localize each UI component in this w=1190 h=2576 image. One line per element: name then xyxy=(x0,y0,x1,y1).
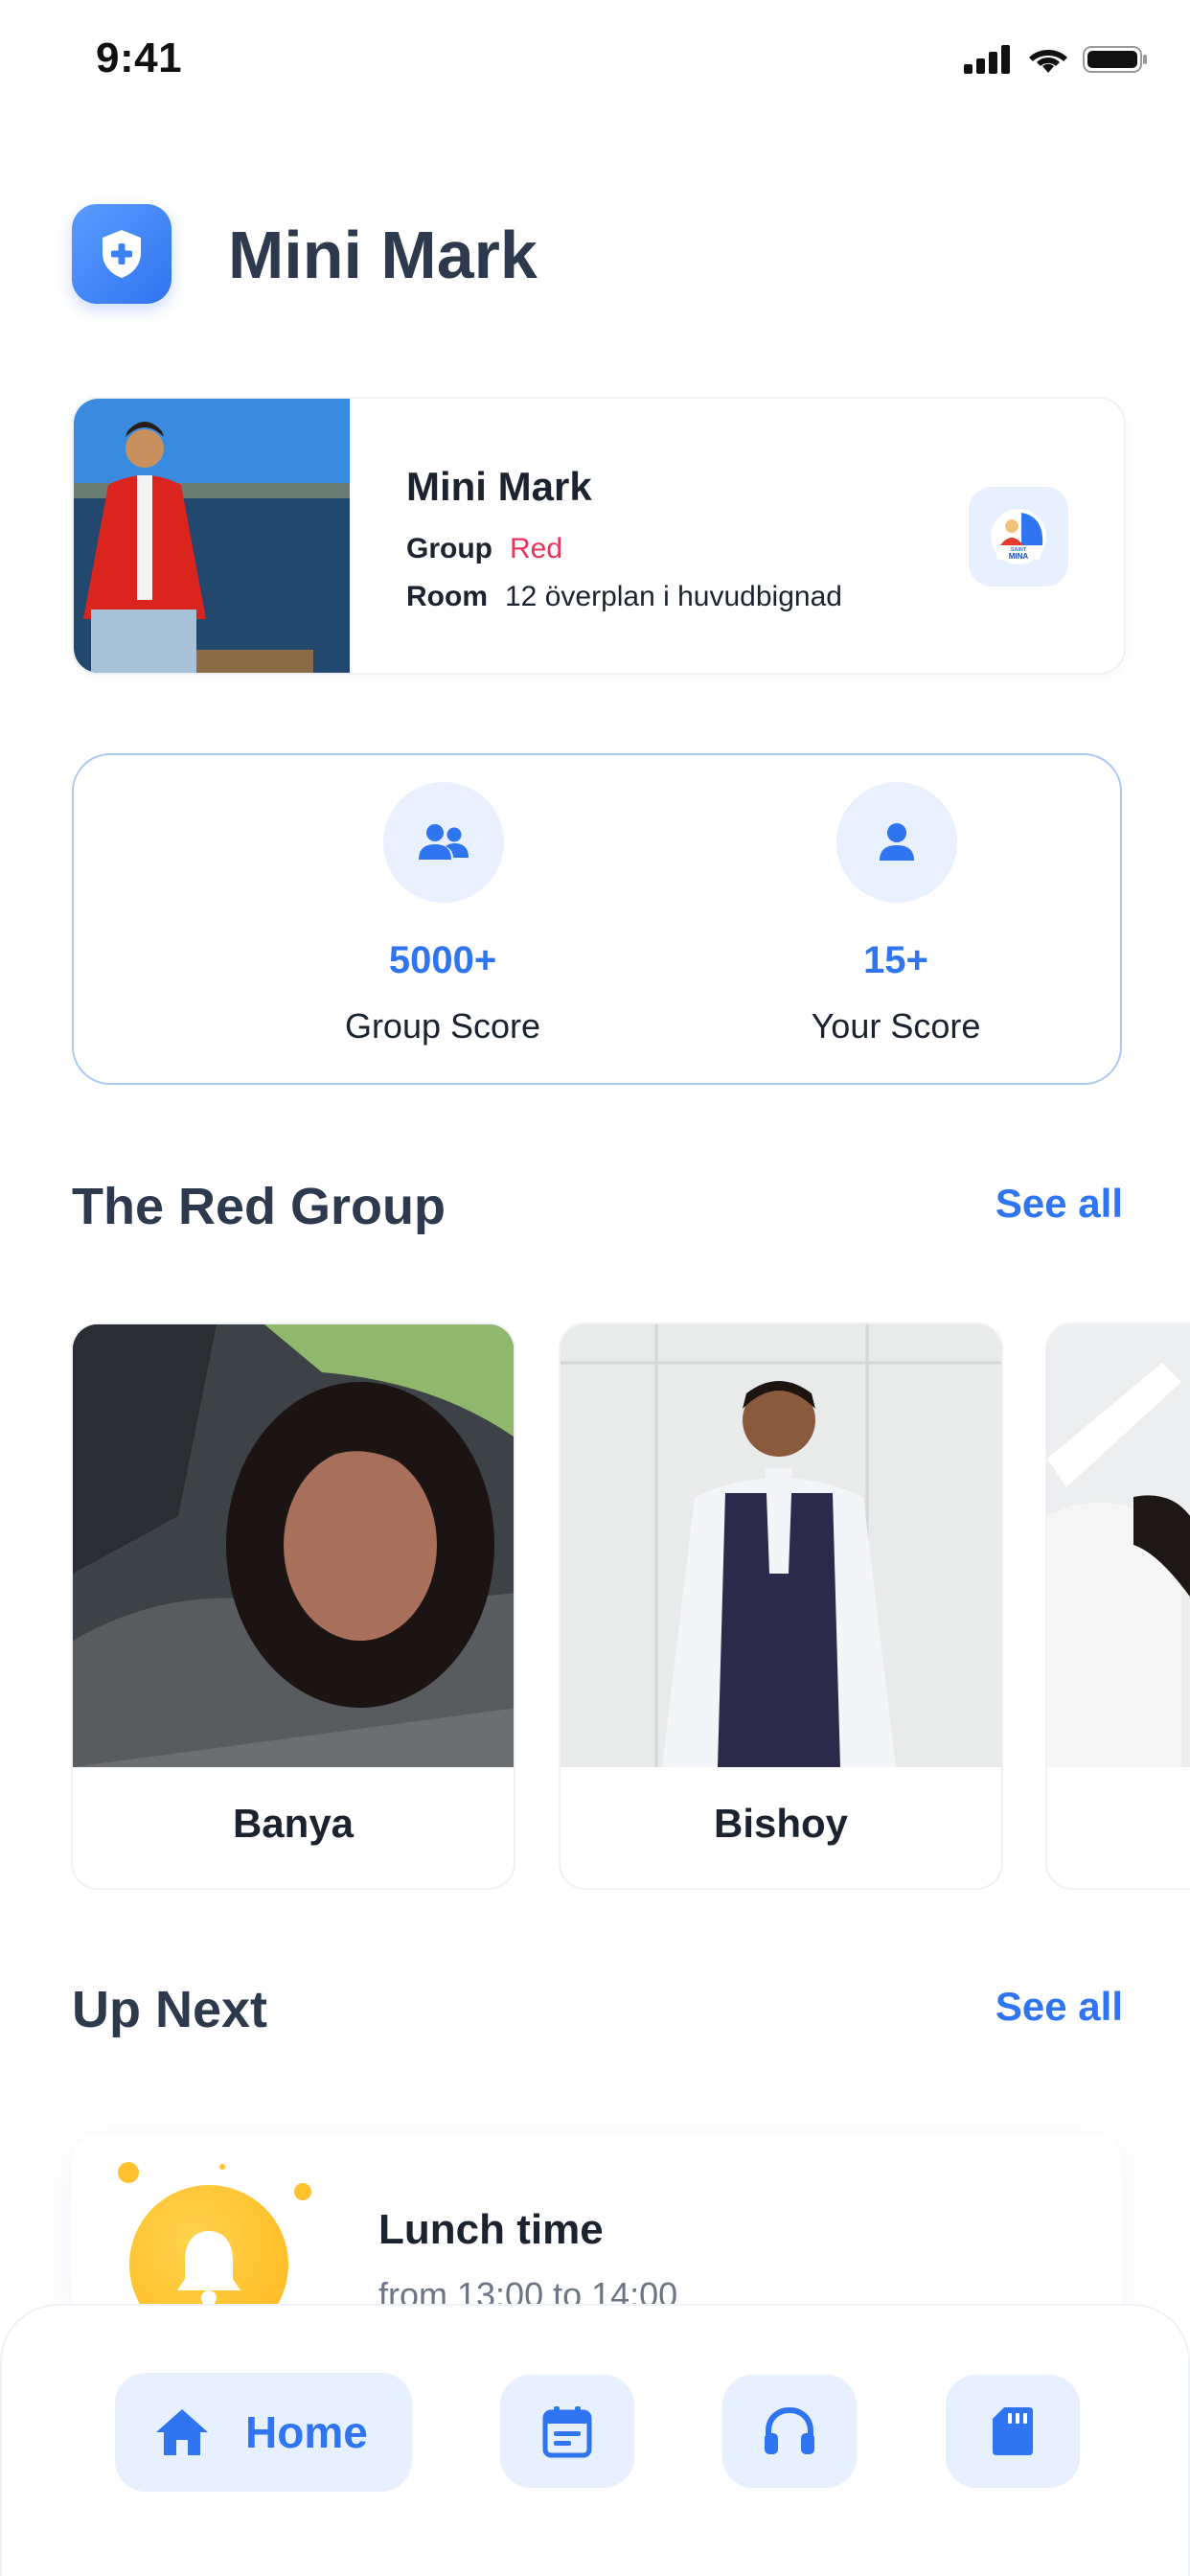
your-score-value: 15+ xyxy=(863,939,928,981)
shield-icon xyxy=(103,230,141,278)
app-logo xyxy=(72,204,172,304)
group-see-all-link[interactable]: See all xyxy=(995,1181,1123,1227)
group-score-label: Group Score xyxy=(344,1006,541,1046)
group-value: Red xyxy=(510,533,563,564)
room-label: Room xyxy=(406,581,488,612)
group-people-icon xyxy=(419,824,469,860)
church-badge[interactable]: SAINT MINA xyxy=(969,487,1068,586)
saint-mina-logo-icon: SAINT MINA xyxy=(991,509,1046,564)
member-card[interactable]: Bishoy xyxy=(559,1322,1003,1890)
profile-name: Mini Mark xyxy=(406,464,592,509)
group-label: Group xyxy=(406,533,492,564)
status-time: 9:41 xyxy=(96,34,183,81)
sd-card-icon xyxy=(993,2407,1033,2455)
group-section-title: The Red Group xyxy=(72,1178,446,1235)
person-icon xyxy=(880,823,914,861)
headphones-icon xyxy=(765,2406,814,2454)
your-score-icon-wrap xyxy=(836,782,957,903)
member-name: Banya xyxy=(232,1801,355,1846)
up-next-title: Up Next xyxy=(72,1981,268,2038)
calendar-icon xyxy=(542,2406,592,2458)
decor-dot xyxy=(118,2162,139,2183)
page-title: Mini Mark xyxy=(228,218,538,292)
nav-sd-card-button[interactable] xyxy=(946,2375,1080,2488)
status-bar: 9:41 xyxy=(0,0,1190,125)
nav-audio-button[interactable] xyxy=(722,2375,857,2488)
member-photo xyxy=(73,1324,514,1767)
nav-home-label: Home xyxy=(245,2407,368,2457)
room-value: 12 överplan i huvudbignad xyxy=(505,581,842,612)
decor-dot xyxy=(294,2183,311,2200)
home-icon-wrap xyxy=(153,2404,211,2461)
members-carousel[interactable]: Banya Bishoy xyxy=(0,1322,1190,1892)
profile-room-row: Room 12 överplan i huvudbignad xyxy=(406,581,842,613)
member-photo xyxy=(1047,1324,1190,1767)
member-card[interactable]: Banya xyxy=(71,1322,515,1890)
up-next-see-all-link[interactable]: See all xyxy=(995,1984,1123,2030)
wifi-icon xyxy=(1029,50,1067,73)
battery-icon xyxy=(1083,46,1147,73)
score-card: 5000+ Group Score 15+ Your Score xyxy=(72,753,1122,1085)
member-card[interactable] xyxy=(1045,1322,1190,1890)
svg-text:MINA: MINA xyxy=(1009,552,1029,561)
bottom-nav: Home xyxy=(0,2304,1190,2576)
group-score[interactable]: 5000+ Group Score xyxy=(251,755,634,1087)
profile-card[interactable]: Mini Mark Group Red Room 12 överplan i h… xyxy=(72,397,1126,675)
nav-home-button[interactable]: Home xyxy=(115,2373,412,2492)
nav-calendar-button[interactable] xyxy=(500,2375,634,2488)
event-title: Lunch time xyxy=(378,2206,604,2253)
profile-group-row: Group Red xyxy=(406,533,562,565)
group-score-icon-wrap xyxy=(383,782,504,903)
home-icon xyxy=(156,2409,208,2455)
event-card[interactable]: Lunch time from 13:00 to 14:00 xyxy=(72,2133,1122,2325)
cellular-signal-icon xyxy=(964,45,1010,74)
your-score[interactable]: 15+ Your Score xyxy=(704,755,1087,1087)
member-name: Bishoy xyxy=(713,1801,849,1846)
status-icons xyxy=(964,44,1148,75)
member-photo xyxy=(561,1324,1001,1767)
decor-dot xyxy=(219,2164,225,2170)
group-score-value: 5000+ xyxy=(388,939,497,981)
your-score-label: Your Score xyxy=(811,1006,981,1046)
profile-photo xyxy=(74,399,350,673)
